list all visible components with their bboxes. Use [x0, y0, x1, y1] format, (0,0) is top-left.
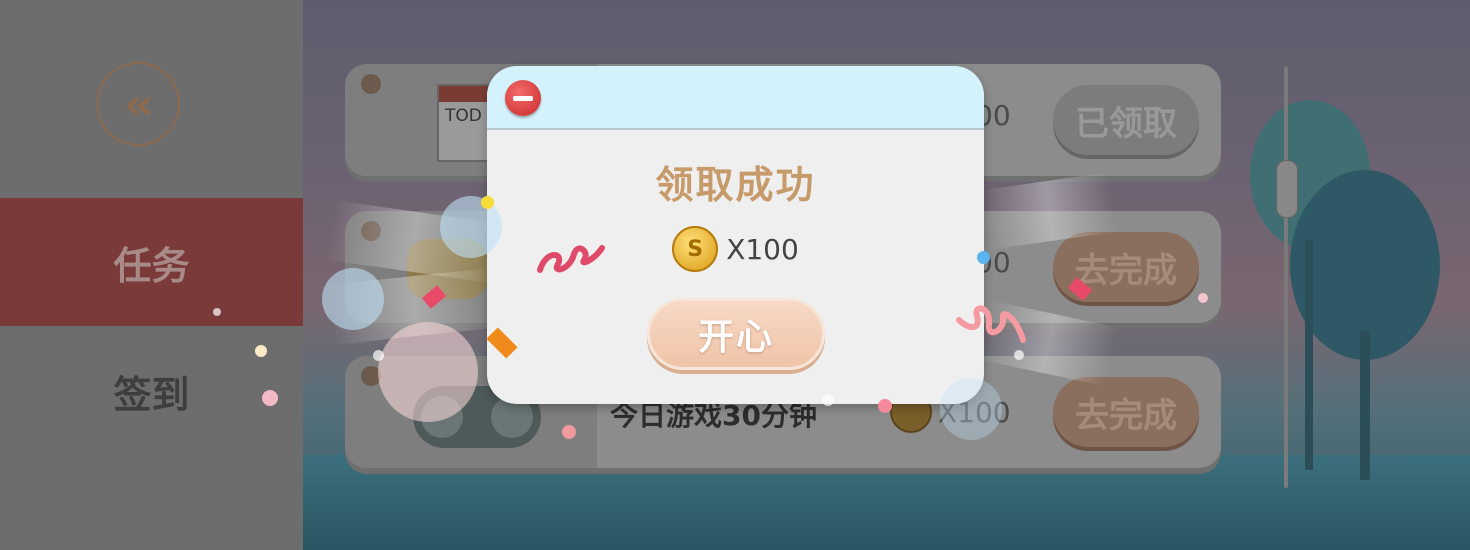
sidebar: ‹‹ 任务 签到	[0, 0, 303, 550]
dialog-header	[487, 66, 984, 130]
scroll-track[interactable]	[1284, 66, 1288, 488]
claimed-button[interactable]: 已领取	[1053, 85, 1199, 155]
sparkle	[878, 399, 892, 413]
scroll-thumb[interactable]	[1276, 160, 1298, 218]
confetti-ribbon	[956, 305, 1026, 343]
ground	[303, 455, 1470, 550]
action-label: 已领取	[1075, 103, 1177, 144]
sparkle	[822, 394, 834, 406]
double-chevron-left-icon: ‹‹	[124, 77, 154, 131]
go-complete-button[interactable]: 去完成	[1053, 377, 1199, 447]
sparkle	[373, 350, 384, 361]
confirm-button[interactable]: 开心	[647, 298, 825, 370]
sparkle	[481, 196, 494, 209]
tree-trunk	[1360, 330, 1370, 480]
sparkle	[255, 345, 267, 357]
tree-trunk	[1305, 240, 1313, 470]
confirm-label: 开心	[697, 317, 774, 358]
dialog-title: 领取成功	[655, 163, 816, 207]
bubble	[322, 268, 384, 330]
back-button[interactable]: ‹‹	[96, 62, 180, 146]
pin-icon	[361, 74, 381, 94]
sparkle	[262, 390, 278, 406]
sparkle	[977, 251, 990, 264]
tab-tasks[interactable]: 任务	[0, 198, 303, 326]
close-button[interactable]	[505, 80, 541, 116]
action-label: 去完成	[1075, 250, 1177, 291]
sparkle	[213, 308, 221, 316]
bokeh-light	[378, 322, 478, 422]
action-label: 去完成	[1075, 395, 1177, 436]
sparkle	[1014, 350, 1024, 360]
sparkle	[1198, 293, 1208, 303]
sparkle	[562, 425, 576, 439]
tab-label: 签到	[113, 372, 190, 417]
bubble	[940, 378, 1002, 440]
reward-amount: X100	[726, 232, 799, 266]
confetti-ribbon	[537, 245, 605, 273]
coin-symbol: S	[687, 236, 704, 262]
coin-icon: S	[672, 226, 719, 272]
tab-label: 任务	[113, 243, 190, 288]
